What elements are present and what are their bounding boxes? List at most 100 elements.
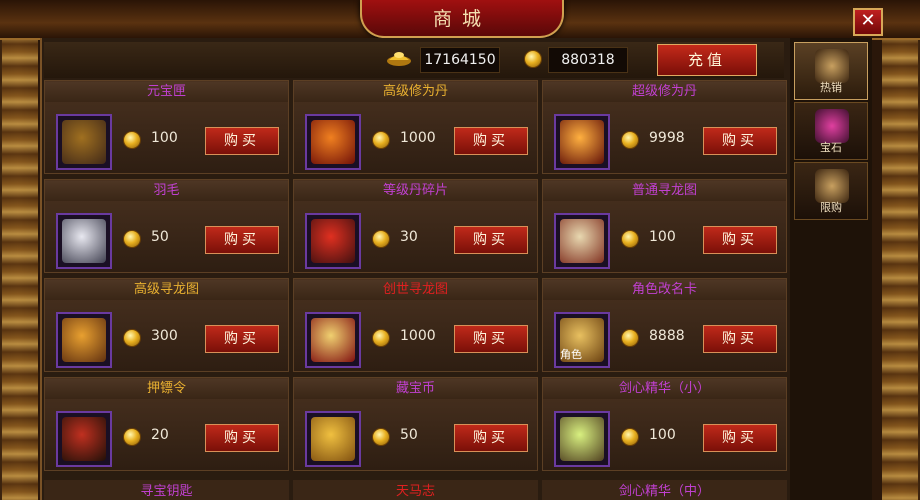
item-price: 1000 (400, 328, 436, 344)
buy-button[interactable]: 购买 (205, 127, 279, 155)
item-name-partial: 寻宝钥匙 (44, 480, 289, 500)
item-price: 30 (400, 229, 418, 245)
recharge-button[interactable]: 充值 (657, 44, 757, 76)
item-slot[interactable] (305, 411, 361, 467)
item-name: 角色改名卡 (543, 280, 786, 300)
item-price: 20 (151, 427, 169, 443)
buy-button[interactable]: 购买 (454, 127, 528, 155)
rename-card-icon: 角色 (560, 318, 604, 362)
item-price: 1000 (400, 130, 436, 146)
item-card: 元宝匣 100 购买 (44, 80, 289, 174)
gold-coin-icon (372, 230, 390, 248)
tab-3[interactable]: 限购 (794, 162, 868, 220)
buy-button[interactable]: 购买 (703, 127, 777, 155)
buy-button[interactable]: 购买 (703, 325, 777, 353)
item-slot[interactable]: 角色 (554, 312, 610, 368)
item-card: 押镖令 20 购买 (44, 377, 289, 471)
golden-scroll-icon (62, 318, 106, 362)
item-price: 100 (649, 427, 676, 443)
item-card: 角色改名卡角色 8888 购买 (542, 278, 787, 372)
swirl-pill-icon (560, 120, 604, 164)
item-name-partial: 天马志 (293, 480, 538, 500)
tab-label: 限购 (820, 201, 842, 214)
gold-coin-icon (372, 428, 390, 446)
item-price: 9998 (649, 130, 685, 146)
item-slot[interactable] (56, 213, 112, 269)
buy-button[interactable]: 购买 (703, 226, 777, 254)
gold-coin-icon (621, 428, 639, 446)
item-slot[interactable] (554, 213, 610, 269)
right-dragon-pillar (882, 30, 918, 500)
buy-button[interactable]: 购买 (454, 325, 528, 353)
treasure-coin-icon (311, 417, 355, 461)
item-slot[interactable] (56, 411, 112, 467)
title-plate: 商城 (360, 0, 564, 38)
close-button[interactable]: ✕ (853, 8, 883, 36)
item-slot[interactable] (56, 312, 112, 368)
gold-coin-icon (123, 131, 141, 149)
item-card: 高级修为丹 1000 购买 (293, 80, 538, 174)
item-name: 等级丹碎片 (294, 181, 537, 201)
item-name: 押镖令 (45, 379, 288, 399)
item-card: 超级修为丹 9998 购买 (542, 80, 787, 174)
item-name: 超级修为丹 (543, 82, 786, 102)
fire-pill-icon (311, 120, 355, 164)
ingot-balance: 17164150 (420, 47, 500, 73)
tab-2[interactable]: 宝石 (794, 102, 868, 160)
gold-coin-icon (524, 50, 542, 68)
buy-button[interactable]: 购买 (205, 226, 279, 254)
item-card: 等级丹碎片 30 购买 (293, 179, 538, 273)
item-slot[interactable] (305, 213, 361, 269)
limited-gift-icon (815, 169, 849, 203)
buy-button[interactable]: 购买 (454, 424, 528, 452)
gold-coin-icon (621, 230, 639, 248)
item-price: 300 (151, 328, 178, 344)
item-slot[interactable] (56, 114, 112, 170)
gold-coin-icon (123, 329, 141, 347)
item-card: 创世寻龙图 1000 购买 (293, 278, 538, 372)
lightning-scroll-icon (311, 318, 355, 362)
gold-ingot-icon (387, 52, 411, 66)
buy-button[interactable]: 购买 (703, 424, 777, 452)
window-title: 商城 (432, 8, 491, 30)
item-name: 高级寻龙图 (45, 280, 288, 300)
gold-coin-icon (621, 329, 639, 347)
treasure-chest-icon (62, 120, 106, 164)
hot-sale-icon (815, 49, 849, 83)
feather-icon (62, 219, 106, 263)
item-slot[interactable] (554, 411, 610, 467)
item-name-partial: 剑心精华（中） (542, 480, 787, 500)
gem-icon (815, 109, 849, 143)
tab-label: 宝石 (820, 141, 842, 154)
item-price: 8888 (649, 328, 685, 344)
item-slot[interactable] (305, 114, 361, 170)
buy-button[interactable]: 购买 (454, 226, 528, 254)
gold-coin-icon (372, 131, 390, 149)
buy-button[interactable]: 购买 (205, 325, 279, 353)
gold-coin-icon (621, 131, 639, 149)
item-card: 普通寻龙图 100 购买 (542, 179, 787, 273)
item-slot[interactable] (305, 312, 361, 368)
item-name: 元宝匣 (45, 82, 288, 102)
scroll-map-icon (560, 219, 604, 263)
crystal-icon (560, 417, 604, 461)
pill-fragment-icon (311, 219, 355, 263)
item-name: 藏宝币 (294, 379, 537, 399)
item-price: 100 (649, 229, 676, 245)
item-price: 50 (151, 229, 169, 245)
buy-button[interactable]: 购买 (205, 424, 279, 452)
item-name: 普通寻龙图 (543, 181, 786, 201)
tab-label: 热销 (820, 81, 842, 94)
category-tabs: 热销 宝石 限购 (790, 38, 872, 500)
gold-coin-icon (123, 230, 141, 248)
item-card: 高级寻龙图 300 购买 (44, 278, 289, 372)
item-overlay-label: 角色 (560, 348, 582, 361)
item-card: 藏宝币 50 购买 (293, 377, 538, 471)
item-price: 100 (151, 130, 178, 146)
gold-coin-icon (123, 428, 141, 446)
tab-1[interactable]: 热销 (794, 42, 868, 100)
item-card: 羽毛 50 购买 (44, 179, 289, 273)
escort-token-icon (62, 417, 106, 461)
item-slot[interactable] (554, 114, 610, 170)
left-dragon-pillar (2, 30, 38, 500)
